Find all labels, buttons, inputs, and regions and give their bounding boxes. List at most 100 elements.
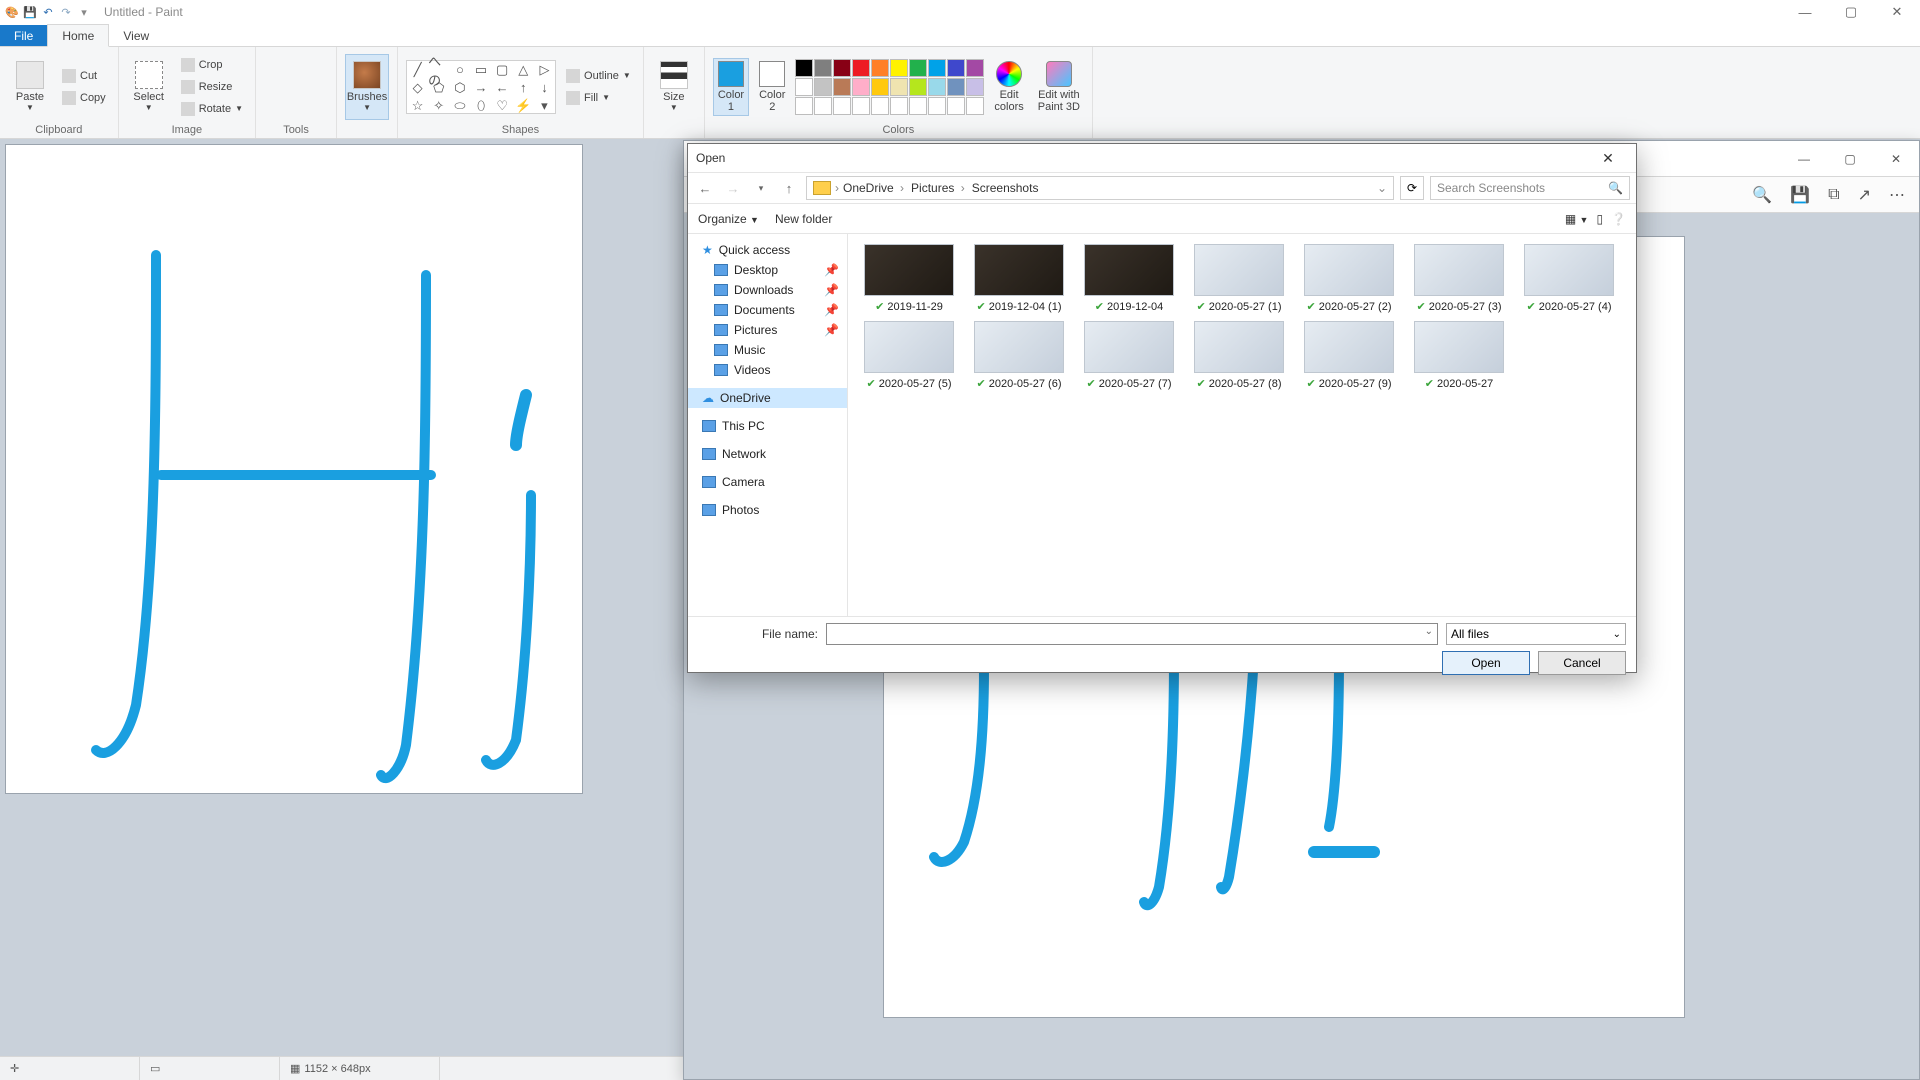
dialog-titlebar[interactable]: Open ✕ xyxy=(688,144,1636,172)
filetype-select[interactable]: All files⌄ xyxy=(1446,623,1626,645)
qat-redo-icon[interactable]: ↷ xyxy=(58,4,74,20)
palette-swatch[interactable] xyxy=(966,78,984,96)
file-thumb[interactable]: ✔2020-05-27 (1) xyxy=(1186,244,1292,313)
file-thumb[interactable]: ✔2020-05-27 (6) xyxy=(966,321,1072,390)
bucket-icon[interactable] xyxy=(286,66,306,86)
file-thumb[interactable]: ✔2020-05-27 (3) xyxy=(1406,244,1512,313)
qat-undo-icon[interactable]: ↶ xyxy=(40,4,56,20)
rotate-button[interactable]: Rotate ▼ xyxy=(177,99,247,119)
nav-recent-dropdown[interactable]: ▾ xyxy=(750,177,772,199)
copy-icon[interactable]: ⧉ xyxy=(1828,186,1839,204)
palette-swatch[interactable] xyxy=(947,78,965,96)
palette-swatch[interactable] xyxy=(871,97,889,115)
preview-pane-button[interactable]: ▯ xyxy=(1596,212,1603,226)
view-mode-button[interactable]: ▦ ▼ xyxy=(1565,212,1589,226)
search-box[interactable]: Search Screenshots 🔍 xyxy=(1430,176,1630,200)
palette-swatch[interactable] xyxy=(871,59,889,77)
palette-swatch[interactable] xyxy=(852,97,870,115)
text-icon[interactable] xyxy=(308,66,328,86)
eraser-icon[interactable] xyxy=(264,88,284,108)
copy-button[interactable]: Copy xyxy=(58,88,110,108)
share-icon[interactable]: ↗ xyxy=(1858,185,1871,205)
help-button[interactable]: ❔ xyxy=(1611,212,1626,226)
maximize-button[interactable]: ▢ xyxy=(1828,0,1874,24)
tree-music[interactable]: Music xyxy=(688,340,847,360)
newfolder-button[interactable]: New folder xyxy=(775,212,832,226)
file-thumb[interactable]: ✔2020-05-27 (9) xyxy=(1296,321,1402,390)
tree-quick-access[interactable]: ★Quick access xyxy=(688,240,847,260)
picker-icon[interactable] xyxy=(286,88,306,108)
tree-pictures[interactable]: Pictures📌 xyxy=(688,320,847,340)
secondary-minimize-button[interactable]: — xyxy=(1781,141,1827,177)
path-seg-2[interactable]: Screenshots xyxy=(972,181,1039,195)
zoom-in-icon[interactable]: 🔍 xyxy=(1752,185,1772,205)
save-icon[interactable]: 💾 xyxy=(1790,185,1810,205)
crop-button[interactable]: Crop xyxy=(177,55,247,75)
palette-swatch[interactable] xyxy=(966,97,984,115)
address-dropdown-icon[interactable]: ⌄ xyxy=(1377,181,1387,195)
select-button[interactable]: Select▼ xyxy=(127,54,171,120)
file-thumb[interactable]: ✔2020-05-27 (5) xyxy=(856,321,962,390)
palette-swatch[interactable] xyxy=(852,78,870,96)
palette-swatch[interactable] xyxy=(928,78,946,96)
cancel-button[interactable]: Cancel xyxy=(1538,651,1626,675)
palette-swatch[interactable] xyxy=(795,97,813,115)
palette-swatch[interactable] xyxy=(909,59,927,77)
file-thumb[interactable]: ✔2020-05-27 (7) xyxy=(1076,321,1182,390)
resize-button[interactable]: Resize xyxy=(177,77,247,97)
filename-dropdown-icon[interactable]: ⌄ xyxy=(1425,626,1433,637)
fill-button[interactable]: Fill ▼ xyxy=(562,88,635,108)
cut-button[interactable]: Cut xyxy=(58,66,110,86)
tree-videos[interactable]: Videos xyxy=(688,360,847,380)
path-seg-0[interactable]: OneDrive xyxy=(843,181,907,195)
qat-dropdown-icon[interactable]: ▾ xyxy=(76,4,92,20)
palette-swatch[interactable] xyxy=(795,59,813,77)
file-thumb[interactable]: ✔2020-05-27 (2) xyxy=(1296,244,1402,313)
palette-swatch[interactable] xyxy=(890,97,908,115)
path-seg-1[interactable]: Pictures xyxy=(911,181,968,195)
palette-swatch[interactable] xyxy=(947,97,965,115)
tab-home[interactable]: Home xyxy=(47,24,109,47)
open-button[interactable]: Open xyxy=(1442,651,1530,675)
palette-swatch[interactable] xyxy=(814,59,832,77)
nav-back-button[interactable]: ← xyxy=(694,177,716,199)
canvas-main[interactable] xyxy=(6,145,582,793)
color1-button[interactable]: Color1 xyxy=(713,58,749,116)
organize-button[interactable]: Organize ▼ xyxy=(698,212,759,226)
nav-up-button[interactable]: ↑ xyxy=(778,177,800,199)
palette-swatch[interactable] xyxy=(833,97,851,115)
address-bar[interactable]: › OneDrive Pictures Screenshots ⌄ xyxy=(806,176,1394,200)
file-thumb[interactable]: ✔2020-05-27 (4) xyxy=(1516,244,1622,313)
palette-swatch[interactable] xyxy=(814,97,832,115)
palette-swatch[interactable] xyxy=(909,97,927,115)
palette-swatch[interactable] xyxy=(909,78,927,96)
tree-network[interactable]: Network xyxy=(688,444,847,464)
dialog-close-button[interactable]: ✕ xyxy=(1588,150,1628,167)
palette-swatch[interactable] xyxy=(833,78,851,96)
palette-swatch[interactable] xyxy=(966,59,984,77)
palette-swatch[interactable] xyxy=(890,59,908,77)
tree-camera[interactable]: Camera xyxy=(688,472,847,492)
brushes-button[interactable]: Brushes▼ xyxy=(345,54,389,120)
palette-swatch[interactable] xyxy=(928,59,946,77)
tree-downloads[interactable]: Downloads📌 xyxy=(688,280,847,300)
palette-swatch[interactable] xyxy=(871,78,889,96)
file-thumb[interactable]: ✔2020-05-27 (8) xyxy=(1186,321,1292,390)
palette-swatch[interactable] xyxy=(795,78,813,96)
palette-swatch[interactable] xyxy=(833,59,851,77)
nav-forward-button[interactable]: → xyxy=(722,177,744,199)
pencil-icon[interactable] xyxy=(264,66,284,86)
file-thumb[interactable]: ✔2019-11-29 xyxy=(856,244,962,313)
file-thumb[interactable]: ✔2020-05-27 xyxy=(1406,321,1512,390)
paste-button[interactable]: Paste▼ xyxy=(8,54,52,120)
secondary-maximize-button[interactable]: ▢ xyxy=(1827,141,1873,177)
tab-view[interactable]: View xyxy=(109,25,163,46)
edit-colors-button[interactable]: Editcolors xyxy=(990,59,1027,115)
palette-swatch[interactable] xyxy=(814,78,832,96)
refresh-button[interactable]: ⟳ xyxy=(1400,176,1424,200)
file-thumb[interactable]: ✔2019-12-04 xyxy=(1076,244,1182,313)
tab-file[interactable]: File xyxy=(0,25,47,46)
palette-swatch[interactable] xyxy=(947,59,965,77)
tree-onedrive[interactable]: ☁OneDrive xyxy=(688,388,847,408)
qat-save-icon[interactable]: 💾 xyxy=(22,4,38,20)
